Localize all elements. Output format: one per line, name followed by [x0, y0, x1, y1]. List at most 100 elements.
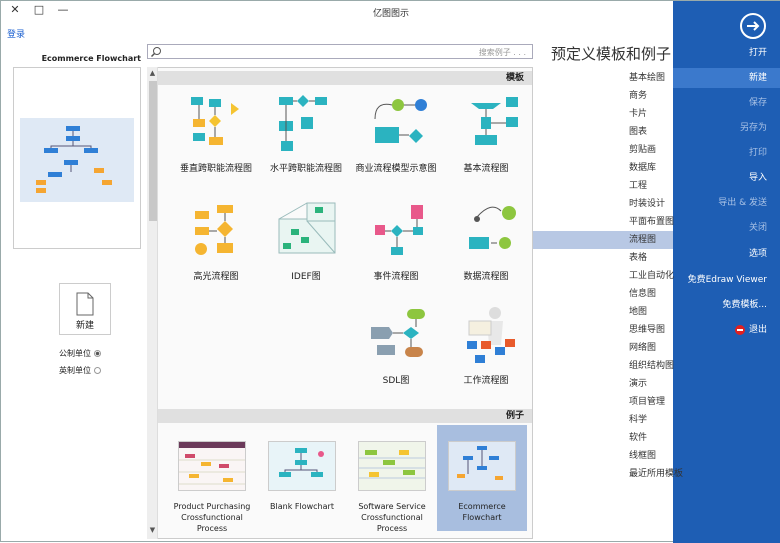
preview-pane — [13, 67, 141, 249]
unit-metric-radio[interactable]: 公制单位 — [59, 348, 101, 359]
template-label: 垂直跨职能流程图 — [179, 164, 252, 174]
category-item[interactable]: 线框图 — [533, 447, 673, 465]
search-box[interactable]: 搜索例子 . . . — [147, 44, 533, 59]
category-item[interactable]: 商务 — [533, 87, 673, 105]
template-highlight-flow[interactable]: 高光流程图 — [171, 197, 261, 293]
menu-import[interactable]: 导入 — [673, 168, 780, 188]
category-item[interactable]: 工程 — [533, 177, 673, 195]
example-blank-flowchart[interactable]: Blank Flowchart — [257, 425, 347, 531]
category-item[interactable]: 最近所用模板 — [533, 465, 683, 483]
category-item[interactable]: 图表 — [533, 123, 673, 141]
scroll-up-arrow-icon[interactable]: ▲ — [148, 69, 157, 77]
category-list: 基本绘图 商务 卡片 图表 剪贴画 数据库 工程 时装设计 平面布置图 流程图 … — [533, 69, 683, 483]
new-document-label: 新建 — [75, 321, 94, 331]
example-label: Ecommerce Flowchart — [458, 502, 506, 522]
template-label: 事件流程图 — [373, 272, 419, 282]
new-document-icon — [76, 292, 94, 316]
template-label: 水平跨职能流程图 — [269, 164, 342, 174]
example-software-service[interactable]: Software Service Crossfunctional Process — [347, 425, 437, 533]
template-label: 商业流程模型示意图 — [355, 164, 437, 174]
menu-save[interactable]: 保存 — [673, 93, 780, 113]
search-placeholder: 搜索例子 . . . — [478, 48, 526, 57]
template-vertical-crossfunctional[interactable]: 垂直跨职能流程图 — [171, 89, 261, 185]
category-item[interactable]: 思维导图 — [533, 321, 673, 339]
template-idef[interactable]: IDEF图 — [261, 197, 351, 293]
example-label: Blank Flowchart — [270, 502, 334, 511]
horizontal-crossfunctional-icon — [279, 95, 327, 151]
template-basic-flowchart[interactable]: 基本流程图 — [441, 89, 531, 185]
category-item[interactable]: 剪贴画 — [533, 141, 673, 159]
template-data-flow[interactable]: 数据流程图 — [441, 197, 531, 293]
scrollbar-thumb[interactable] — [149, 81, 157, 221]
unit-imperial-label: 英制单位 — [59, 366, 91, 375]
menu-exit-label: 退出 — [748, 325, 767, 335]
category-item[interactable]: 平面布置图 — [533, 213, 674, 231]
category-item[interactable]: 时装设计 — [533, 195, 673, 213]
example-thumbnail — [358, 441, 426, 491]
example-product-purchasing[interactable]: Product Purchasing Crossfunctional Proce… — [167, 425, 257, 533]
example-label: Product Purchasing Crossfunctional Proce… — [173, 502, 251, 533]
category-item[interactable]: 基本绘图 — [533, 69, 673, 87]
app-window: ✕ □ — 亿图图示 登录 打开 新建 保存 另存为 打印 导入 导出 & 发送… — [0, 0, 780, 543]
category-item[interactable]: 卡片 — [533, 105, 673, 123]
category-item[interactable]: 演示 — [533, 375, 673, 393]
template-label: SDL图 — [382, 376, 410, 386]
menu-free-templates[interactable]: 免费模板... — [673, 295, 780, 315]
template-label: 工作流程图 — [463, 376, 509, 386]
menu-export-send[interactable]: 导出 & 发送 — [673, 193, 780, 213]
back-arrow-icon[interactable] — [740, 13, 766, 39]
unit-metric-label: 公制单位 — [59, 349, 91, 358]
section-templates: 模板 — [158, 71, 532, 85]
template-label: IDEF图 — [291, 272, 321, 282]
menu-open[interactable]: 打开 — [673, 43, 780, 63]
menu-save-as[interactable]: 另存为 — [673, 118, 780, 138]
example-ecommerce-flowchart[interactable]: Ecommerce Flowchart — [437, 425, 527, 531]
workflow-icon — [467, 307, 515, 363]
section-examples: 例子 — [158, 409, 532, 423]
example-thumbnail — [178, 441, 246, 491]
category-item[interactable]: 网络图 — [533, 339, 673, 357]
event-flow-icon — [375, 205, 423, 255]
new-document-button[interactable]: 新建 — [59, 283, 111, 335]
menu-close[interactable]: 关闭 — [673, 218, 780, 238]
category-item[interactable]: 信息图 — [533, 285, 673, 303]
category-item[interactable]: 工业自动化 — [533, 267, 674, 285]
data-flow-icon — [469, 206, 516, 249]
sdl-icon — [371, 309, 425, 357]
category-item[interactable]: 科学 — [533, 411, 673, 429]
preview-title: Ecommerce Flowchart — [41, 54, 141, 63]
menu-exit[interactable]: 退出 — [673, 320, 780, 340]
example-thumbnail — [448, 441, 516, 491]
category-item[interactable]: 项目管理 — [533, 393, 673, 411]
basic-flowchart-icon — [471, 97, 518, 145]
menu-free-viewer[interactable]: 免费Edraw Viewer — [673, 270, 780, 290]
example-thumbnail — [268, 441, 336, 491]
template-workflow[interactable]: 工作流程图 — [441, 301, 531, 397]
category-item[interactable]: 地图 — [533, 303, 673, 321]
example-label: Software Service Crossfunctional Process — [358, 502, 426, 533]
category-item[interactable]: 数据库 — [533, 159, 673, 177]
menu-new[interactable]: 新建 — [673, 68, 780, 88]
unit-imperial-radio[interactable]: 英制单位 — [59, 365, 101, 376]
category-item-selected[interactable]: 流程图 — [533, 231, 673, 249]
page-title: 预定义模板和例子 — [550, 45, 671, 63]
search-icon[interactable] — [150, 46, 162, 61]
menu-options[interactable]: 选项 — [673, 244, 780, 264]
category-item[interactable]: 组织结构图 — [533, 357, 674, 375]
login-link[interactable]: 登录 — [7, 27, 25, 40]
title-bar: ✕ □ — 亿图图示 — [1, 1, 780, 23]
category-item[interactable]: 表格 — [533, 249, 673, 267]
template-label: 高光流程图 — [193, 272, 239, 282]
business-process-icon — [374, 99, 427, 143]
window-title: 亿图图示 — [372, 9, 409, 19]
radio-selected-icon — [94, 350, 101, 357]
menu-print[interactable]: 打印 — [673, 143, 780, 163]
category-item[interactable]: 软件 — [533, 429, 673, 447]
scroll-down-arrow-icon[interactable]: ▼ — [148, 526, 157, 534]
template-sdl[interactable]: SDL图 — [351, 301, 441, 397]
template-horizontal-crossfunctional[interactable]: 水平跨职能流程图 — [261, 89, 351, 185]
preview-image — [20, 118, 134, 202]
template-event-flow[interactable]: 事件流程图 — [351, 197, 441, 293]
vertical-crossfunctional-icon — [191, 97, 239, 145]
template-business-process-model[interactable]: 商业流程模型示意图 — [351, 89, 441, 185]
